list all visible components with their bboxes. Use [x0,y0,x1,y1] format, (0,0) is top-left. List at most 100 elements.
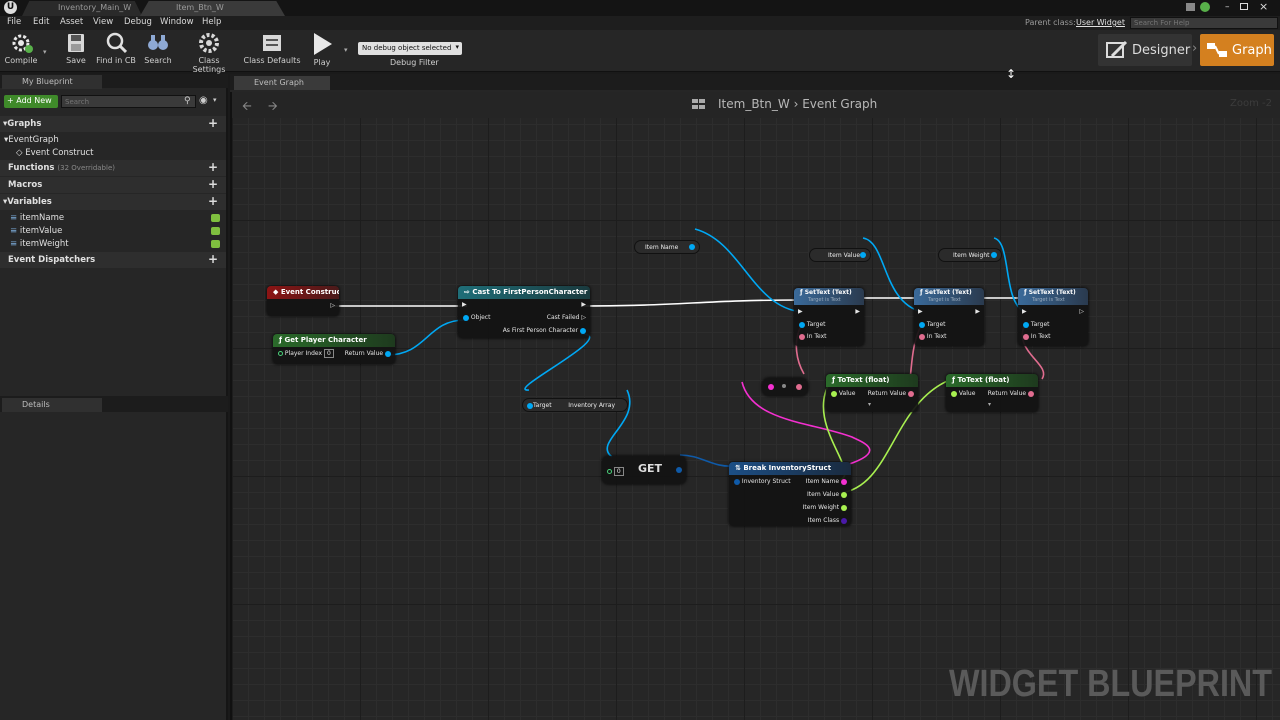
advanced-chevron-icon[interactable]: ▾ [988,401,991,408]
array-get-node[interactable]: GET 0 [602,456,686,484]
debug-object-select[interactable]: No debug object selected ▾ [358,42,462,55]
event-dispatchers-section[interactable]: Event Dispatchers + [0,252,226,268]
add-macro-plus-icon[interactable]: + [208,177,218,191]
variable-item-weight[interactable]: ≡ itemWeight [0,236,226,252]
event-graph-tab[interactable]: Event Graph [234,76,330,90]
set-text-node-weight[interactable]: ƒ SetText (Text) Target is Text ▶ ▷ Targe… [1018,288,1088,346]
add-new-button[interactable]: + Add New [4,95,58,108]
close-button[interactable]: × [1259,0,1268,13]
designer-mode-button[interactable]: Designer [1098,34,1192,66]
document-tab-item-btn[interactable]: Item_Btn_W [140,1,285,16]
cast-failed-pin[interactable]: Cast Failed ▷ [547,314,586,321]
value-pin[interactable]: Value [951,390,975,397]
graph-canvas[interactable]: 🡨 🡪 Item_Btn_W › Event Graph Zoom -2 ◆ E… [230,92,1280,720]
compile-options-chevron-icon[interactable]: ▾ [43,48,47,56]
exec-out-pin[interactable]: ▶ [581,301,586,308]
player-index-pin[interactable]: Player Index 0 [278,349,334,358]
parent-class-link[interactable]: User Widget [1076,18,1125,27]
index-pin[interactable]: 0 [607,467,624,476]
menu-file[interactable]: File [7,17,21,27]
player-index-value[interactable]: 0 [323,349,334,358]
inventory-array-getter-node[interactable]: Target Inventory Array [522,398,628,412]
graph-mode-button[interactable]: Graph [1200,34,1274,66]
to-text-float-node-value[interactable]: ƒ ToText (float) Value Return Value ▾ [826,374,918,412]
compile-gear-icon [12,34,33,53]
notification-icon[interactable] [1186,3,1195,11]
exec-out-pin[interactable]: ▶ [975,308,980,315]
advanced-chevron-icon[interactable]: ▾ [868,401,871,408]
menu-help[interactable]: Help [202,17,221,27]
add-variable-plus-icon[interactable]: + [208,194,218,208]
graphs-section[interactable]: ▾Graphs + [0,116,226,132]
class-defaults-button[interactable]: Class Defaults [243,32,301,70]
item-weight-pin[interactable]: Item Weight [803,504,847,511]
set-text-node-value[interactable]: ƒ SetText (Text) Target is Text ▶ ▶ Targe… [914,288,984,346]
item-name-pin[interactable]: Item Name [806,478,847,485]
item-name-getter-node[interactable]: Item Name [634,240,700,254]
class-settings-button[interactable]: Class Settings [181,32,237,74]
add-function-plus-icon[interactable]: + [208,160,218,174]
exec-in-pin[interactable]: ▶ [798,308,803,315]
cast-to-fpc-node[interactable]: ⇨ Cast To FirstPersonCharacter ▶ ▶ Objec… [458,286,590,338]
add-dispatcher-plus-icon[interactable]: + [208,252,218,266]
in-text-pin[interactable]: In Text [1023,333,1051,340]
exec-in-pin[interactable]: ▶ [1022,308,1027,315]
view-options-chevron-icon[interactable]: ▾ [213,96,217,104]
inventory-struct-pin[interactable]: Inventory Struct [734,478,791,485]
my-blueprint-tab[interactable]: My Blueprint [2,75,102,89]
as-fpc-pin[interactable]: As First Person Character [503,327,586,334]
item-weight-getter-node[interactable]: Item Weight [938,248,1002,262]
add-graph-plus-icon[interactable]: + [208,116,218,130]
minimize-button[interactable]: – [1225,2,1235,12]
string-to-text-conversion-node[interactable] [762,378,808,396]
compile-button[interactable]: Compile [4,32,38,70]
menu-asset[interactable]: Asset [60,17,83,27]
menu-window[interactable]: Window [160,17,194,27]
eye-icon[interactable]: ◉ [199,95,208,106]
search-button[interactable]: Search [142,32,174,70]
item-value-pin[interactable]: Item Value [807,491,847,498]
document-tab-inventory-main[interactable]: Inventory_Main_W [22,1,142,16]
find-in-cb-button[interactable]: Find in CB [95,32,137,70]
object-pin[interactable]: Object [463,314,490,321]
exec-in-pin[interactable]: ▶ [918,308,923,315]
play-button[interactable]: Play [306,32,338,70]
target-pin[interactable]: Target [799,321,825,328]
play-options-chevron-icon[interactable]: ▾ [344,46,348,54]
exec-out-pin[interactable]: ▶ [855,308,860,315]
in-text-pin[interactable]: In Text [919,333,947,340]
save-button[interactable]: Save [60,32,92,70]
exec-out-pin[interactable]: ▷ [1079,308,1084,315]
return-value-pin[interactable]: Return Value [345,350,391,357]
target-pin[interactable]: Target [1023,321,1049,328]
exec-out-pin[interactable]: ▷ [330,302,335,309]
functions-section[interactable]: Functions (32 Overridable) + [0,160,226,176]
target-pin[interactable]: Target [919,321,945,328]
event-construct-item[interactable]: ◇ Event Construct [0,145,226,161]
break-inventory-struct-node[interactable]: ⇅ Break InventoryStruct Inventory Struct… [729,462,851,526]
set-text-node-name[interactable]: ƒ SetText (Text) Target is Text ▶ ▶ Targe… [794,288,864,346]
get-out-pin[interactable] [676,466,682,473]
get-player-character-node[interactable]: ƒ Get Player Character Player Index 0 Re… [273,334,395,364]
return-value-pin[interactable]: Return Value [988,390,1034,397]
debug-filter-label: Debug Filter [390,58,439,67]
value-pin[interactable]: Value [831,390,855,397]
maximize-button[interactable] [1240,3,1248,10]
menu-edit[interactable]: Edit [33,17,49,27]
event-construct-node[interactable]: ◆ Event Construct ▷ [267,286,339,316]
item-value-getter-node[interactable]: Item Value [809,248,871,262]
menu-debug[interactable]: Debug [124,17,152,27]
in-text-pin[interactable]: In Text [799,333,827,340]
source-control-icon[interactable] [1200,2,1210,12]
macros-section[interactable]: Macros + [0,177,226,193]
blueprint-search-input[interactable] [61,95,196,108]
help-search-input[interactable] [1130,17,1278,29]
menu-view[interactable]: View [93,17,113,27]
exec-in-pin[interactable]: ▶ [462,301,467,308]
item-class-pin[interactable]: Item Class [808,517,847,524]
details-tab[interactable]: Details [2,398,102,412]
variables-section[interactable]: ▾Variables + [0,194,226,210]
return-value-pin[interactable]: Return Value [868,390,914,397]
to-text-float-node-weight[interactable]: ƒ ToText (float) Value Return Value ▾ [946,374,1038,412]
get-index-value[interactable]: 0 [613,467,624,476]
